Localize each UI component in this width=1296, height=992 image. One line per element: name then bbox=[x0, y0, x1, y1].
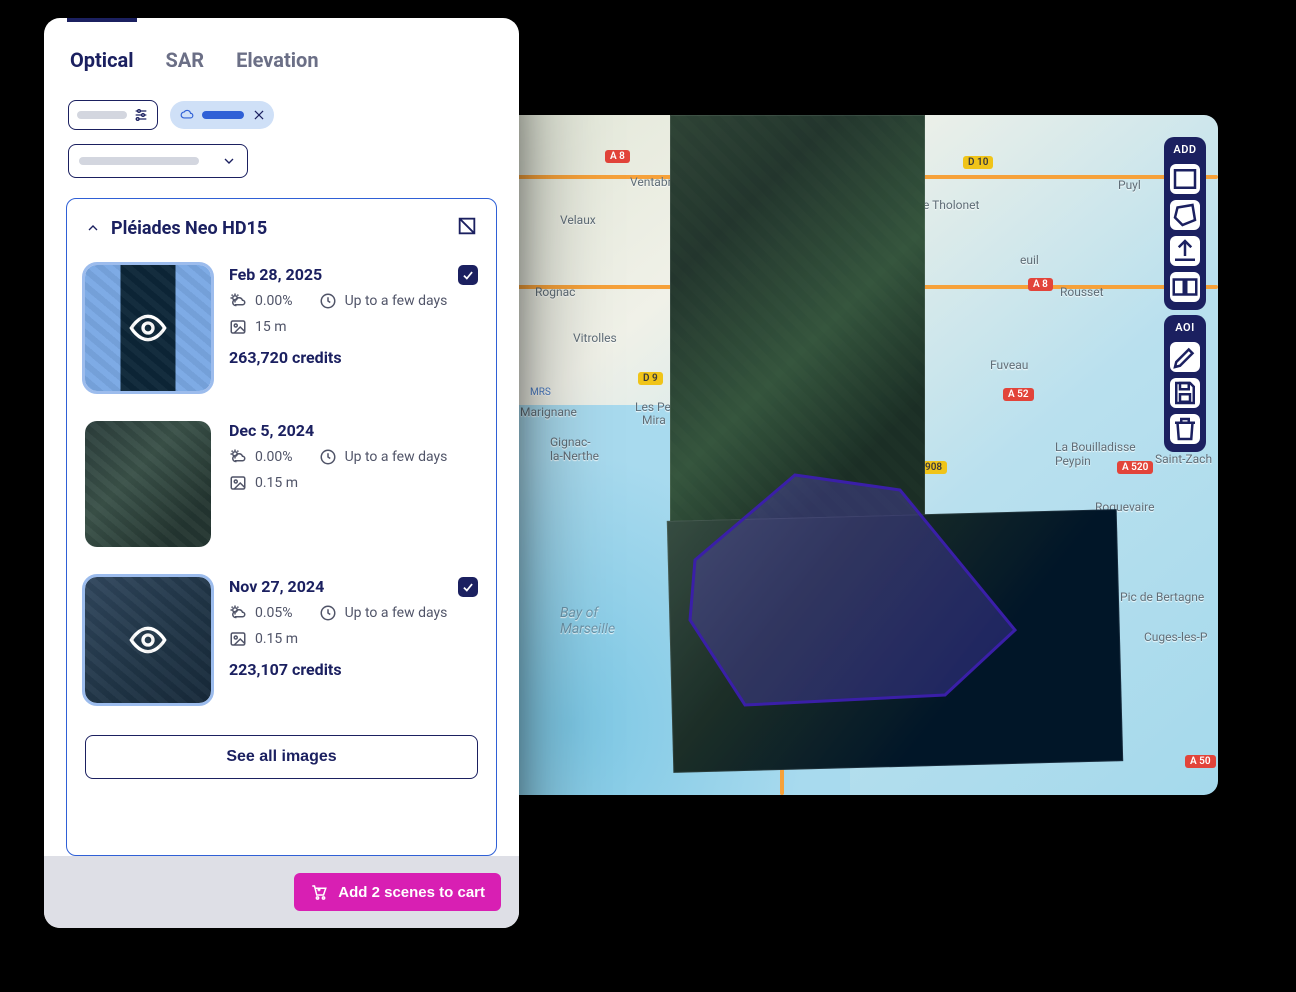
scene-resolution: 0.15 m bbox=[229, 630, 298, 648]
scene-delivery: Up to a few days bbox=[319, 604, 448, 622]
draw-polygon-button[interactable] bbox=[1170, 200, 1200, 230]
add-to-cart-label: Add 2 scenes to cart bbox=[338, 884, 485, 901]
scene-delivery: Up to a few days bbox=[319, 292, 448, 310]
chevron-down-icon bbox=[221, 153, 237, 169]
scene-item[interactable]: Feb 28, 2025 0.00% Up to a few days 15 m bbox=[67, 249, 496, 405]
map-panel[interactable]: A 51 A 8 D 10 A 8 D 9 A 52 908 A 520 A 5… bbox=[500, 115, 1218, 795]
scene-date: Dec 5, 2024 bbox=[229, 421, 478, 440]
eye-icon bbox=[85, 577, 211, 703]
map-toolbar-add: ADD bbox=[1164, 137, 1206, 310]
scene-thumbnail[interactable] bbox=[85, 421, 211, 547]
sort-dropdown[interactable] bbox=[68, 144, 248, 178]
results-frame: Pléiades Neo HD15 Feb 28, 2025 bbox=[66, 198, 497, 856]
scene-delivery: Up to a few days bbox=[319, 448, 448, 466]
cloud-icon bbox=[180, 108, 194, 122]
scene-date: Feb 28, 2025 bbox=[229, 265, 478, 284]
cloud-filter-pill[interactable] bbox=[170, 101, 274, 129]
scene-checkbox[interactable] bbox=[458, 265, 478, 285]
scene-cloud: 0.00% bbox=[229, 292, 293, 310]
toolbar-add-title: ADD bbox=[1173, 143, 1196, 156]
satellite-overlay-tile bbox=[667, 509, 1123, 773]
pill-placeholder bbox=[202, 111, 244, 119]
cloud-sun-icon bbox=[229, 292, 247, 310]
image-icon bbox=[229, 474, 247, 492]
add-to-cart-button[interactable]: Add 2 scenes to cart bbox=[294, 873, 501, 911]
scene-date: Nov 27, 2024 bbox=[229, 577, 478, 596]
clock-icon bbox=[319, 292, 337, 310]
chevron-up-icon bbox=[85, 220, 101, 236]
scene-resolution: 15 m bbox=[229, 318, 287, 336]
clock-icon bbox=[319, 604, 337, 622]
image-icon bbox=[229, 630, 247, 648]
tab-sar[interactable]: SAR bbox=[166, 48, 205, 90]
upload-aoi-button[interactable] bbox=[1170, 236, 1200, 266]
scene-credits: 263,720 credits bbox=[229, 348, 478, 367]
filter-row bbox=[44, 90, 519, 130]
results-panel: Optical SAR Elevation Pléiades Neo HD15 bbox=[44, 18, 519, 928]
cloud-sun-icon bbox=[229, 448, 247, 466]
product-type-tabs: Optical SAR Elevation bbox=[44, 18, 519, 90]
scene-thumbnail[interactable] bbox=[85, 577, 211, 703]
clock-icon bbox=[319, 448, 337, 466]
see-all-images-button[interactable]: See all images bbox=[85, 735, 478, 779]
scene-item[interactable]: Dec 5, 2024 0.00% Up to a few days 0.15 … bbox=[67, 405, 496, 561]
results-group-title: Pléiades Neo HD15 bbox=[111, 218, 267, 239]
scene-credits: 223,107 credits bbox=[229, 660, 478, 679]
satellite-overlay-tile bbox=[670, 115, 925, 530]
chip-placeholder bbox=[77, 111, 127, 119]
scene-thumbnail[interactable] bbox=[85, 265, 211, 391]
cart-icon bbox=[310, 883, 328, 901]
filter-settings-chip[interactable] bbox=[68, 100, 158, 130]
delete-aoi-button[interactable] bbox=[1170, 414, 1200, 444]
scene-item[interactable]: Nov 27, 2024 0.05% Up to a few days 0.15… bbox=[67, 561, 496, 717]
cloud-sun-icon bbox=[229, 604, 247, 622]
dropdown-placeholder bbox=[79, 157, 199, 165]
edit-aoi-button[interactable] bbox=[1170, 342, 1200, 372]
footprint-toggle-icon[interactable] bbox=[456, 215, 478, 241]
footer-bar: Add 2 scenes to cart bbox=[44, 856, 519, 928]
toolbar-aoi-title: AOI bbox=[1175, 321, 1195, 334]
tab-elevation[interactable]: Elevation bbox=[236, 48, 318, 90]
map-layer-button[interactable] bbox=[1170, 272, 1200, 302]
image-icon bbox=[229, 318, 247, 336]
sliders-icon bbox=[133, 107, 149, 123]
tab-optical[interactable]: Optical bbox=[70, 48, 134, 90]
eye-icon bbox=[85, 265, 211, 391]
map-toolbar-aoi: AOI bbox=[1164, 315, 1206, 452]
save-aoi-button[interactable] bbox=[1170, 378, 1200, 408]
results-group-header[interactable]: Pléiades Neo HD15 bbox=[67, 199, 496, 249]
draw-rectangle-button[interactable] bbox=[1170, 164, 1200, 194]
scene-cloud: 0.00% bbox=[229, 448, 293, 466]
scene-resolution: 0.15 m bbox=[229, 474, 298, 492]
close-icon[interactable] bbox=[252, 108, 266, 122]
scene-checkbox[interactable] bbox=[458, 577, 478, 597]
scene-cloud: 0.05% bbox=[229, 604, 293, 622]
